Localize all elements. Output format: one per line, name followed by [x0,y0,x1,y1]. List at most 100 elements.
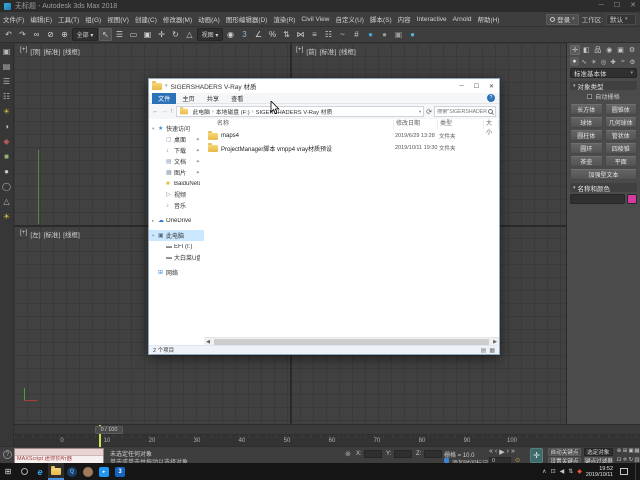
ribbon-tab[interactable]: 主页 [176,93,200,104]
selection-filter-dropdown[interactable]: 全部 ▾ [72,28,98,41]
column-header[interactable]: 名称 [204,120,394,129]
file-row[interactable]: ProjectManager脚本 vmpp4 vray材质预设 2019/10/… [204,142,499,154]
helpers-category[interactable]: ✚ [609,57,618,66]
mirror-icon[interactable]: ⋈ [294,28,307,41]
column-header[interactable]: 类型 [438,120,484,129]
sun-icon[interactable]: ☀ [1,211,12,222]
use-pivot-icon[interactable]: ◉ [224,28,237,41]
menu-item[interactable]: 脚本(S) [367,14,395,24]
max-minimize-button[interactable]: ─ [599,1,604,11]
y-coordinate-field[interactable] [394,450,412,458]
login-dropdown[interactable]: 登录 ▾ [546,14,579,25]
notifier-flame-icon[interactable]: ◆ [577,468,582,475]
menu-item[interactable]: Interactive [414,16,450,23]
time-slider-track[interactable]: 0 / 100 [14,425,640,435]
breadcrumb-segment[interactable]: › 本地磁盘 (F:) [212,107,250,116]
primitive-button[interactable]: 几何球体 [605,117,638,128]
menu-item[interactable]: 帮助(H) [474,14,502,24]
geometry-category[interactable]: ● [570,57,579,66]
select-by-name-icon[interactable]: ☰ [113,28,126,41]
reference-coord-dropdown[interactable]: 视图 ▾ [197,28,223,41]
menu-item[interactable]: 组(G) [82,14,104,24]
thumbnail-view-icon[interactable]: ▦ [489,347,495,354]
autogrid-checkbox[interactable] [587,94,592,99]
search-button[interactable] [16,463,32,480]
ribbon-tab[interactable]: 查看 [225,93,249,104]
primitive-type-dropdown[interactable]: 标准基本体 ▾ [570,68,637,78]
cameras-category[interactable]: ◎ [599,57,608,66]
edge-app[interactable]: e [32,463,48,480]
rendered-frame-icon[interactable]: ▣ [392,28,405,41]
cube-icon[interactable]: ■ [1,151,12,162]
security-icon[interactable]: ⊡ [551,468,556,475]
undo-icon[interactable]: ↶ [2,28,15,41]
list-icon[interactable]: ☰ [1,76,12,87]
shade-icon[interactable]: ◑ [1,121,12,132]
q-browser-app[interactable]: Q [64,463,80,480]
magnet-icon[interactable]: ◆ [1,136,12,147]
scroll-left-icon[interactable]: ◀ [204,339,212,345]
light-icon[interactable]: ☀ [1,106,12,117]
nav-this-pc[interactable]: ▾ ▣ 此电脑 [149,230,204,241]
viewport-label-segment[interactable]: [标准] [320,46,337,56]
details-view-icon[interactable]: ▤ [481,347,487,354]
render-icon[interactable]: ● [406,28,419,41]
nav-network[interactable]: ⊞ 网络 [149,267,204,278]
horizontal-scrollbar[interactable]: ◀ ▶ [204,337,499,345]
menu-item[interactable]: 内容 [395,14,414,24]
spacewarps-category[interactable]: ≈ [618,57,627,66]
menu-item[interactable]: 图形编辑器(D) [223,14,271,24]
utilities-tab[interactable]: ⚙ [627,45,637,55]
object-name-field[interactable] [570,194,625,204]
rotate-icon[interactable]: ↻ [169,28,182,41]
search-box[interactable] [434,106,496,117]
viewport-label-segment[interactable]: [线框] [63,46,80,56]
menu-item[interactable]: 工具(T) [55,14,82,24]
help-icon[interactable]: ? [487,94,495,102]
quick-access-toolbar-icon[interactable]: ▾ [165,83,168,89]
nav-usb-drive[interactable]: ▬ 大白菜U盘 (D:) [149,252,204,263]
menu-item[interactable]: 动画(A) [195,14,223,24]
nav-music[interactable]: ♪ 音乐 [149,200,204,211]
primitive-button[interactable]: 球体 [570,117,603,128]
nav-downloads[interactable]: ↓ 下载 ✦ [149,145,204,156]
3dsmax-app[interactable]: 3 [112,463,128,480]
maxscript-mini-listener[interactable]: MAXScript 迷你侦听器 [14,448,104,463]
action-center-icon[interactable] [620,468,628,475]
selection-lock-icon[interactable]: ⊗ [345,450,351,458]
z-coordinate-field[interactable] [424,450,442,458]
file-list[interactable]: 名称修改日期类型大小 maps4 2019/6/29 13:28 文件夹 Pro… [204,119,499,337]
box-icon[interactable]: ▣ [1,46,12,57]
bind-spacewarp-icon[interactable]: ⊕ [58,28,71,41]
x-coordinate-field[interactable] [364,450,382,458]
schematic-view-icon[interactable]: # [350,28,363,41]
menu-item[interactable]: 视图(V) [104,14,132,24]
viewport-label-segment[interactable]: [+] [296,46,303,56]
angle-snap-icon[interactable]: ∠ [252,28,265,41]
rollout-name-color[interactable]: ▾ 名称和颜色 [570,183,637,192]
ribbon-tab[interactable]: 文件 [152,93,176,104]
tray-expand-icon[interactable]: ∧ [542,468,546,475]
address-dropdown-icon[interactable]: ▾ [419,109,421,115]
network-icon[interactable]: ⇅ [568,468,573,475]
unlink-icon[interactable]: ⊘ [44,28,57,41]
systems-category[interactable]: ⚙ [628,57,637,66]
menu-item[interactable]: 创建(C) [132,14,160,24]
viewport-label-segment[interactable]: [线框] [63,229,80,239]
selection-set-dropdown[interactable]: 选定对象 [584,448,613,456]
cone-icon[interactable]: △ [1,196,12,207]
max-close-button[interactable]: ✕ [630,1,636,11]
lights-category[interactable]: ☀ [589,57,598,66]
move-icon[interactable]: ✛ [155,28,168,41]
create-tab[interactable]: ✛ [570,45,580,55]
scroll-right-icon[interactable]: ▶ [491,339,499,345]
address-bar[interactable]: 此电脑 › 本地磁盘 (F:) › SIGERSHADERS V-Ray 材质 … [176,106,425,117]
file-explorer-app[interactable] [48,463,64,480]
go-to-start-button[interactable]: « [489,448,493,456]
menu-item[interactable]: 渲染(R) [270,14,298,24]
menu-item[interactable]: Arnold [450,16,475,23]
up-button[interactable]: ↑ [170,108,174,115]
user-avatar-app[interactable] [80,463,96,480]
nav-quick-access[interactable]: ▾ ★ 快速访问 [149,123,204,134]
nav-efi-drive[interactable]: ▬ EFI (I:) [149,241,204,252]
